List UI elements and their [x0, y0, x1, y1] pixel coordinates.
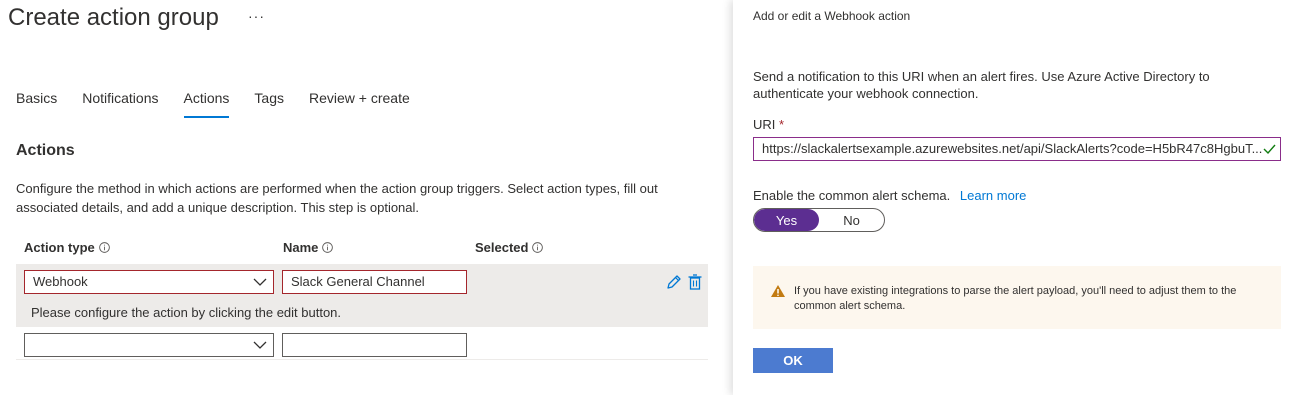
common-alert-schema-toggle[interactable]: Yes No	[753, 208, 885, 232]
warning-icon	[771, 285, 785, 297]
configure-action-message: Please configure the action by clicking …	[31, 305, 342, 320]
edit-icon[interactable]	[665, 273, 683, 291]
column-header-selected: Selected	[475, 240, 544, 255]
column-label-selected: Selected	[475, 240, 529, 255]
toggle-yes-option[interactable]: Yes	[754, 209, 819, 231]
panel-description: Send a notification to this URI when an …	[753, 69, 1210, 101]
action-type-value: Webhook	[33, 274, 88, 289]
new-action-name-input[interactable]	[282, 333, 467, 357]
common-alert-schema-label: Enable the common alert schema. Learn mo…	[753, 188, 1026, 203]
chevron-down-icon	[253, 341, 267, 349]
required-indicator: *	[779, 117, 785, 132]
row-divider	[16, 359, 708, 360]
column-header-action-type: Action type	[24, 240, 110, 255]
common-alert-schema-text: Enable the common alert schema.	[753, 188, 951, 203]
actions-section-title: Actions	[16, 142, 75, 159]
learn-more-link[interactable]: Learn more	[960, 188, 1026, 203]
actions-description: Configure the method in which actions ar…	[16, 181, 658, 215]
delete-icon[interactable]	[686, 273, 704, 291]
info-icon[interactable]	[98, 242, 110, 253]
uri-input[interactable]: https://slackalertsexample.azurewebsites…	[753, 137, 1281, 161]
tab-tags[interactable]: Tags	[254, 90, 284, 118]
ok-button[interactable]: OK	[753, 348, 833, 373]
column-label-name: Name	[283, 240, 319, 255]
new-action-type-select[interactable]	[24, 333, 274, 357]
toggle-no-option[interactable]: No	[819, 209, 884, 231]
more-options-button[interactable]: ···	[248, 8, 265, 24]
create-action-group-page: Create action group ··· Basics Notificat…	[0, 0, 733, 395]
panel-title: Add or edit a Webhook action	[753, 9, 911, 23]
action-name-input[interactable]: Slack General Channel	[282, 270, 467, 294]
warning-message-bar: If you have existing integrations to par…	[753, 266, 1281, 329]
uri-label-text: URI	[753, 117, 776, 132]
tab-review-create[interactable]: Review + create	[309, 90, 410, 118]
action-type-select[interactable]: Webhook	[24, 270, 274, 294]
tab-basics[interactable]: Basics	[16, 90, 57, 118]
tab-actions[interactable]: Actions	[183, 90, 230, 118]
warning-text: If you have existing integrations to par…	[794, 285, 1237, 312]
info-icon[interactable]	[532, 242, 544, 253]
uri-label: URI *	[753, 117, 784, 132]
info-icon[interactable]	[322, 242, 334, 253]
tab-notifications[interactable]: Notifications	[82, 90, 158, 118]
wizard-tabs: Basics Notifications Actions Tags Review…	[16, 90, 435, 118]
checkmark-icon	[1263, 144, 1276, 155]
page-title: Create action group	[8, 4, 219, 31]
column-label-action-type: Action type	[24, 240, 95, 255]
webhook-action-panel: Add or edit a Webhook action Send a noti…	[733, 0, 1290, 395]
column-header-name: Name	[283, 240, 334, 255]
chevron-down-icon	[253, 278, 267, 286]
